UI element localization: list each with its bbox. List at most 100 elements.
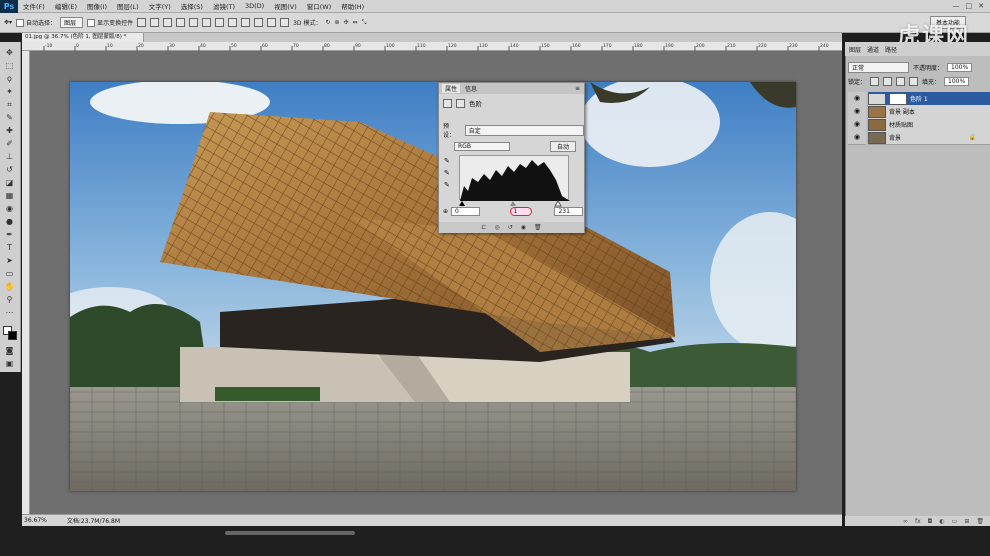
- view-icon[interactable]: ◎: [494, 224, 499, 231]
- layer-row[interactable]: 材质贴图: [868, 118, 990, 132]
- lock-all-icon[interactable]: [909, 76, 919, 86]
- distribute-center-icon[interactable]: [267, 18, 277, 27]
- slide-3d-icon[interactable]: ⇔: [353, 19, 358, 26]
- auto-button[interactable]: 自动: [550, 141, 577, 152]
- zoom-level[interactable]: 36.67%: [24, 517, 47, 524]
- preset-dropdown[interactable]: 自定: [464, 124, 584, 136]
- move-tool-icon[interactable]: ✥▾: [4, 19, 12, 26]
- quick-mask-icon[interactable]: ◙: [4, 346, 15, 355]
- blur-tool-icon[interactable]: ◉: [4, 204, 15, 213]
- fx-icon[interactable]: fx: [915, 518, 921, 525]
- tab-paths[interactable]: 路径: [885, 45, 897, 54]
- lock-pixels-icon[interactable]: [883, 76, 893, 86]
- trash-icon[interactable]: 🗑: [976, 518, 984, 525]
- adjustment-icon[interactable]: ◐: [939, 518, 944, 525]
- align-center-icon[interactable]: [189, 18, 199, 27]
- menu-window[interactable]: 窗口(W): [302, 1, 337, 11]
- menu-view[interactable]: 视图(V): [269, 1, 302, 11]
- eye-icon[interactable]: ◉: [848, 118, 866, 132]
- midtone-slider[interactable]: [510, 201, 516, 206]
- midtone-input-field[interactable]: 1: [509, 207, 533, 216]
- distribute-right-icon[interactable]: [280, 18, 290, 27]
- black-point-slider[interactable]: [459, 201, 465, 206]
- shape-tool-icon[interactable]: ▭: [4, 269, 15, 278]
- pan-3d-icon[interactable]: ✣: [344, 19, 349, 26]
- black-input-field[interactable]: 0: [451, 207, 480, 216]
- eye-icon[interactable]: ◉: [848, 131, 866, 145]
- align-bottom-icon[interactable]: [163, 18, 173, 27]
- minimize-button[interactable]: —: [953, 2, 960, 10]
- pen-tool-icon[interactable]: ✒: [4, 230, 15, 239]
- marquee-tool-icon[interactable]: ⬚: [4, 61, 15, 70]
- white-eyedropper-icon[interactable]: ✎: [444, 181, 450, 189]
- magic-wand-tool-icon[interactable]: ✦: [4, 87, 15, 96]
- tab-properties[interactable]: 属性: [442, 84, 461, 93]
- healing-tool-icon[interactable]: ✚: [4, 126, 15, 135]
- stamp-tool-icon[interactable]: ⊥: [4, 152, 15, 161]
- new-layer-icon[interactable]: ⊞: [964, 518, 969, 525]
- show-transform-checkbox[interactable]: 显示变换控件: [87, 18, 133, 28]
- lock-transparent-icon[interactable]: [870, 76, 880, 86]
- white-point-slider[interactable]: [554, 200, 562, 207]
- scale-3d-icon[interactable]: ⤡: [362, 19, 367, 27]
- screen-mode-icon[interactable]: ▣: [4, 359, 15, 368]
- align-middle-icon[interactable]: [150, 18, 160, 27]
- rotate-3d-icon[interactable]: ↻: [325, 19, 330, 26]
- layer-row[interactable]: 色阶 1: [868, 92, 990, 106]
- menu-layer[interactable]: 图层(L): [112, 1, 144, 11]
- background-color-swatch[interactable]: [8, 331, 17, 340]
- crop-tool-icon[interactable]: ⌗: [4, 100, 15, 109]
- eye-icon[interactable]: ◉: [848, 105, 866, 119]
- menu-image[interactable]: 图像(I): [82, 1, 112, 11]
- brush-tool-icon[interactable]: ✐: [4, 139, 15, 148]
- dodge-tool-icon[interactable]: ●: [4, 217, 15, 226]
- clip-icon[interactable]: ⊏: [481, 224, 486, 231]
- roll-3d-icon[interactable]: ⊚: [334, 19, 339, 26]
- tab-layers[interactable]: 图层: [849, 45, 861, 54]
- trash-icon[interactable]: 🗑: [534, 224, 542, 231]
- menu-edit[interactable]: 编辑(E): [50, 1, 82, 11]
- history-brush-icon[interactable]: ↺: [4, 165, 15, 174]
- layer-row[interactable]: 背景 🔒: [868, 131, 990, 145]
- distribute-top-icon[interactable]: [215, 18, 225, 27]
- mask-icon[interactable]: ◘: [928, 518, 933, 525]
- align-top-icon[interactable]: [137, 18, 147, 27]
- channel-dropdown[interactable]: RGB: [454, 142, 510, 151]
- target-icon[interactable]: ⊕: [443, 208, 448, 215]
- gradient-tool-icon[interactable]: ▦: [4, 191, 15, 200]
- levels-slider-track[interactable]: [457, 200, 571, 207]
- more-tools-icon[interactable]: ⋯: [4, 308, 15, 317]
- align-left-icon[interactable]: [176, 18, 186, 27]
- horizontal-scrollbar[interactable]: [225, 531, 355, 535]
- mask-icon[interactable]: [456, 98, 465, 108]
- menu-select[interactable]: 选择(S): [176, 1, 208, 11]
- white-input-field[interactable]: 231: [554, 207, 583, 216]
- auto-select-checkbox[interactable]: 自动选择：: [16, 18, 56, 28]
- menu-3d[interactable]: 3D(D): [240, 2, 269, 10]
- distribute-bottom-icon[interactable]: [241, 18, 251, 27]
- menu-file[interactable]: 文件(F): [18, 1, 50, 11]
- type-tool-icon[interactable]: T: [4, 243, 15, 252]
- distribute-middle-icon[interactable]: [228, 18, 238, 27]
- mask-thumbnail[interactable]: [889, 92, 907, 105]
- panel-menu-icon[interactable]: ≡: [575, 85, 584, 92]
- hand-tool-icon[interactable]: ✋: [4, 282, 15, 291]
- maximize-button[interactable]: □: [966, 2, 973, 10]
- tab-channels[interactable]: 通道: [867, 45, 879, 54]
- menu-help[interactable]: 帮助(H): [336, 1, 369, 11]
- eyedropper-tool-icon[interactable]: ✎: [4, 113, 15, 122]
- group-icon[interactable]: ▭: [952, 518, 958, 525]
- close-button[interactable]: ✕: [978, 2, 984, 10]
- gray-eyedropper-icon[interactable]: ✎: [444, 169, 450, 177]
- link-icon[interactable]: ∞: [903, 518, 908, 525]
- document-image[interactable]: [70, 82, 796, 491]
- menu-type[interactable]: 文字(Y): [144, 1, 176, 11]
- black-eyedropper-icon[interactable]: ✎: [444, 157, 450, 165]
- document-tab[interactable]: 01.jpg @ 36.7% (色阶 1, 图层蒙版/8) *: [22, 33, 144, 42]
- auto-select-dropdown[interactable]: 图层: [60, 17, 84, 28]
- zoom-tool-icon[interactable]: ⚲: [4, 295, 15, 304]
- opacity-input[interactable]: 100%: [947, 62, 973, 72]
- lock-position-icon[interactable]: [896, 76, 906, 86]
- menu-filter[interactable]: 滤镜(T): [208, 1, 240, 11]
- reset-icon[interactable]: ↺: [508, 224, 513, 231]
